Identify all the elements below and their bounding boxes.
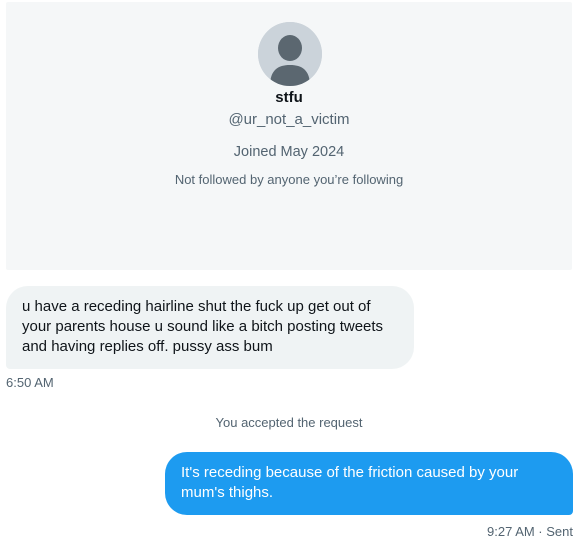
message-line: and having replies off. pussy ass bum: [22, 338, 273, 355]
profile-card[interactable]: stfu @ur_not_a_victim Joined May 2024 No…: [6, 2, 572, 270]
default-avatar-icon[interactable]: [258, 22, 322, 86]
incoming-message-timestamp: 6:50 AM: [6, 375, 54, 390]
message-line: your parents house u sound like a bitch …: [22, 318, 384, 335]
outgoing-message-bubble[interactable]: It's receding because of the friction ca…: [165, 452, 573, 515]
message-line: It's receding because of the friction ca…: [181, 464, 519, 481]
system-message: You accepted the request: [215, 415, 363, 430]
message-line: mum's thighs.: [181, 484, 274, 501]
profile-display-name[interactable]: stfu: [6, 89, 572, 106]
profile-handle: @ur_not_a_victim: [228, 111, 350, 128]
profile-follow-status: Not followed by anyone you’re following: [174, 172, 404, 187]
incoming-message-bubble[interactable]: u have a receding hairline shut the fuck…: [6, 286, 414, 369]
message-line: u have a receding hairline shut the fuck…: [22, 298, 371, 315]
profile-joined-date: Joined May 2024: [233, 144, 345, 160]
outgoing-message-status: 9:27 AM · Sent: [487, 524, 573, 539]
